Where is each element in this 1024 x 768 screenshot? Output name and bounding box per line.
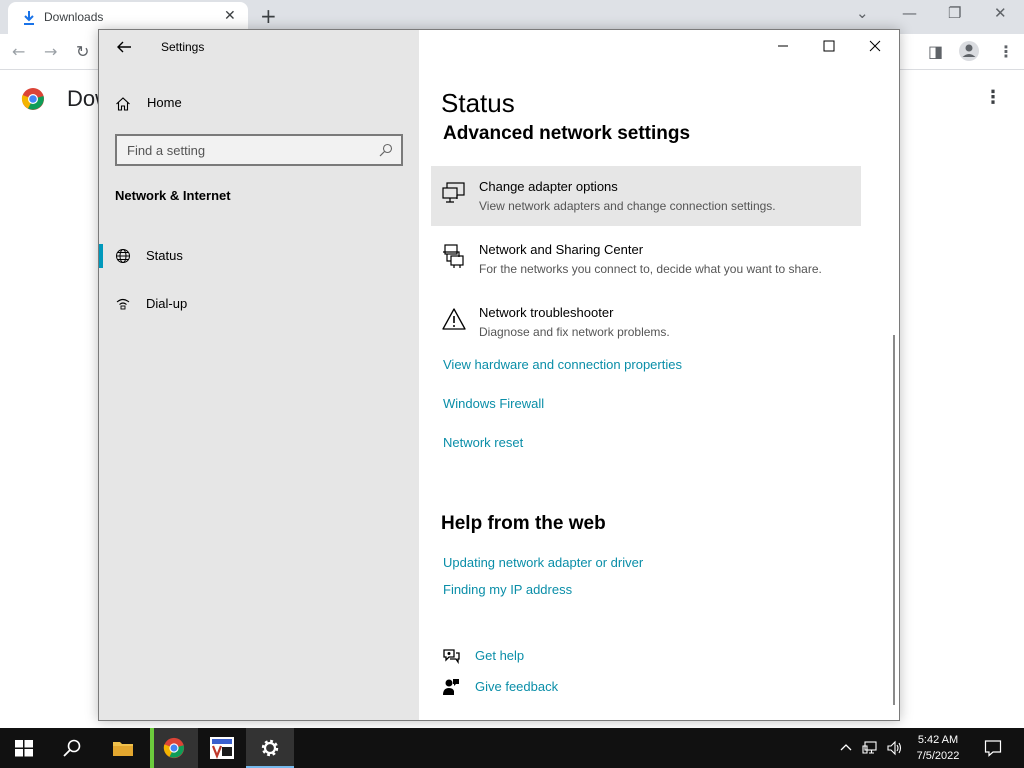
search-button[interactable] [48,728,96,768]
option-title: Network and Sharing Center [479,242,644,257]
get-help-item[interactable]: Get help [441,644,701,668]
windows-logo-icon [15,740,33,757]
chrome-icon [163,737,185,759]
active-window-marker [150,728,154,768]
sidebar-item-label: Dial-up [146,296,188,311]
chrome-logo-icon [21,88,44,110]
nav-pane: Settings Home Network & Internet [99,30,419,720]
get-help-icon [443,649,460,665]
clock[interactable]: 5:42 AM 7/5/2022 [912,732,964,764]
sidebar-item-label: Status [146,248,183,263]
page-title: Status [441,88,515,118]
chrome-menu-icon[interactable]: ⋮ [998,42,1014,61]
finding-ip-link[interactable]: Finding my IP address [443,582,572,597]
view-hardware-link[interactable]: View hardware and connection properties [443,357,682,372]
warning-icon [442,308,466,330]
chrome-tab-title: Downloads [44,10,104,24]
notifications-icon[interactable] [984,739,1002,757]
feedback-icon [443,679,459,695]
content-pane: Status Advanced network settings Change … [419,30,899,720]
forward-icon[interactable]: → [44,42,57,61]
section-heading: Network & Internet [115,188,231,203]
new-tab-icon[interactable]: + [260,4,277,28]
sidebar-item-dialup[interactable]: Dial-up [99,290,419,318]
home-nav-item[interactable]: Home [115,92,395,116]
vnc-taskbar-button[interactable] [198,728,246,768]
dialup-icon [116,298,130,310]
gear-icon [261,739,279,757]
option-description: View network adapters and change connect… [479,199,776,213]
vnc-icon [210,737,234,759]
folder-icon [113,742,133,756]
file-explorer-button[interactable] [98,728,146,768]
search-box [115,134,403,166]
tab-search-icon[interactable]: ⌄ [856,4,869,22]
download-icon [24,11,34,25]
reload-icon[interactable]: ↻ [76,42,89,61]
home-icon [116,97,130,111]
option-description: Diagnose and fix network problems. [479,325,670,339]
network-reset-link[interactable]: Network reset [443,435,523,450]
profile-icon[interactable] [958,40,980,62]
home-label: Home [147,95,182,110]
chrome-taskbar-button[interactable] [150,728,198,768]
chevron-up-icon[interactable] [838,740,854,756]
page-menu-icon[interactable]: ⋮ [984,87,1002,108]
help-heading: Help from the web [441,513,606,534]
scrollbar[interactable] [893,335,895,705]
clock-time: 5:42 AM [917,734,959,746]
taskbar: 5:42 AM 7/5/2022 [0,728,1024,768]
desktop: Downloads ✕ + ⌄ — ❐ ✕ ← → ↻ ◨ ⋮ Dow ⋮ Se… [0,0,1024,768]
network-sharing-center[interactable]: Network and Sharing Center For the netwo… [431,229,861,289]
clock-date: 7/5/2022 [916,750,960,762]
selected-indicator [99,244,103,268]
option-description: For the networks you connect to, decide … [479,262,822,276]
change-adapter-options[interactable]: Change adapter options View network adap… [431,166,861,226]
close-icon[interactable] [865,36,885,56]
close-icon[interactable]: ✕ [994,4,1007,22]
sidebar-item-status[interactable]: Status [99,242,419,270]
section-subtitle: Advanced network settings [443,123,691,144]
start-button[interactable] [0,728,48,768]
settings-window: Settings Home Network & Internet [98,29,900,721]
get-help-link[interactable]: Get help [475,648,524,663]
window-title: Settings [161,40,205,54]
give-feedback-item[interactable]: Give feedback [441,675,701,699]
globe-icon [116,249,130,263]
search-input[interactable] [117,136,367,164]
back-icon[interactable]: ← [12,42,25,61]
option-title: Network troubleshooter [479,305,614,320]
give-feedback-link[interactable]: Give feedback [475,679,558,694]
sharing-center-icon [443,244,464,268]
updating-adapter-link[interactable]: Updating network adapter or driver [443,555,643,570]
adapter-icon [442,182,465,203]
network-troubleshooter[interactable]: Network troubleshooter Diagnose and fix … [431,292,861,352]
minimize-icon[interactable] [773,36,793,56]
maximize-icon[interactable] [819,36,839,56]
volume-icon[interactable] [886,740,902,756]
search-icon[interactable] [379,143,393,157]
search-icon [63,739,81,757]
option-title: Change adapter options [479,179,618,194]
minimize-icon[interactable]: — [902,4,917,22]
restore-icon[interactable]: ❐ [948,4,961,22]
network-icon[interactable] [862,740,878,756]
close-tab-icon[interactable]: ✕ [224,8,236,24]
settings-taskbar-button[interactable] [246,728,294,768]
back-arrow-icon[interactable] [115,38,133,56]
windows-firewall-link[interactable]: Windows Firewall [443,396,544,411]
side-panel-icon[interactable]: ◨ [928,42,943,61]
